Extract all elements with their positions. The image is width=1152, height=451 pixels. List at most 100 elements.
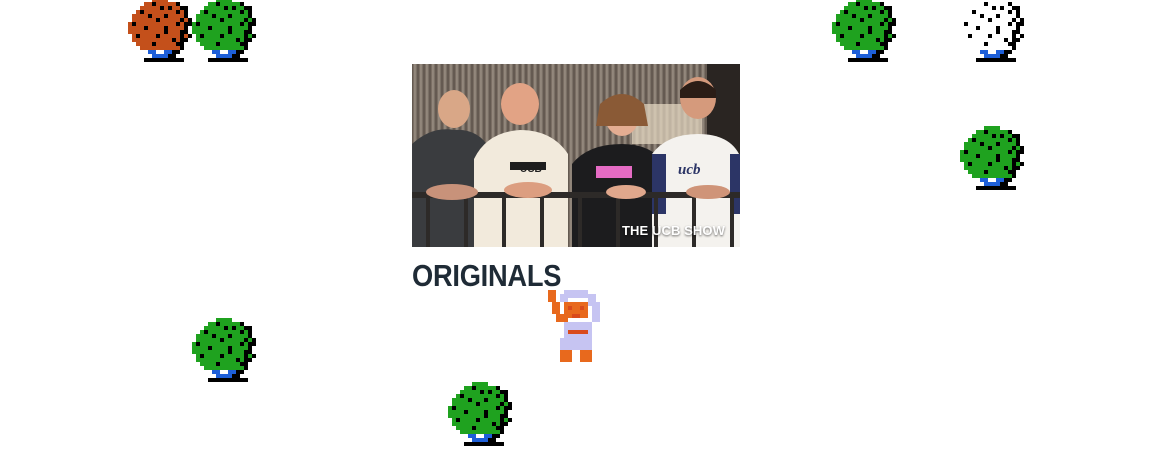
tree-pixel: [456, 414, 460, 418]
tree-pixel: [232, 362, 236, 366]
tree-pixel: [992, 130, 996, 134]
tree-pixel: [220, 10, 224, 14]
tree-pixel: [244, 6, 248, 10]
tree-pixel: [848, 30, 852, 34]
tree-pixel: [156, 58, 160, 62]
tree-pixel: [468, 414, 472, 418]
tree-pixel: [180, 46, 184, 50]
show-title: THE UCB SHOW: [621, 223, 725, 238]
tree-pixel: [848, 2, 852, 6]
tree-pixel: [864, 38, 868, 42]
green-tree-icon[interactable]: [960, 126, 1024, 190]
tree-pixel: [472, 434, 476, 438]
green-tree-icon[interactable]: [192, 318, 256, 382]
tree-pixel: [888, 34, 892, 38]
tree-pixel: [988, 54, 992, 58]
tree-pixel: [1020, 18, 1024, 22]
tree-pixel: [880, 30, 884, 34]
tree-pixel: [960, 158, 964, 162]
white-tree-icon[interactable]: [960, 0, 1024, 62]
green-tree-icon[interactable]: [192, 0, 256, 62]
tree-pixel: [168, 30, 172, 34]
tree-pixel: [152, 58, 156, 62]
tree-pixel: [496, 442, 500, 446]
tree-pixel: [992, 26, 996, 30]
tree-pixel: [164, 34, 168, 38]
tree-pixel: [860, 18, 864, 22]
tree-pixel: [164, 10, 168, 14]
tree-pixel: [988, 42, 992, 46]
tree-pixel: [1008, 186, 1012, 190]
tree-pixel: [880, 10, 884, 14]
tree-pixel: [152, 42, 156, 46]
tree-pixel: [456, 398, 460, 402]
tree-pixel: [196, 18, 200, 22]
tree-pixel: [972, 10, 976, 14]
tree-pixel: [460, 414, 464, 418]
tree-pixel: [152, 50, 156, 54]
green-tree-icon[interactable]: [832, 0, 896, 62]
tree-pixel: [156, 34, 160, 38]
tree-pixel: [232, 354, 236, 358]
tree-pixel: [988, 34, 992, 38]
tree-pixel: [220, 30, 224, 34]
tree-pixel: [232, 358, 236, 362]
tree-pixel: [984, 38, 988, 42]
tree-pixel: [224, 0, 228, 2]
tree-pixel: [980, 186, 984, 190]
tree-pixel: [988, 126, 992, 130]
green-tree-icon[interactable]: [448, 382, 512, 446]
tree-pixel: [224, 330, 228, 334]
tree-pixel: [988, 2, 992, 6]
tree-pixel: [236, 54, 240, 58]
tree-pixel: [1000, 6, 1004, 10]
tree-pixel: [220, 22, 224, 26]
tree-pixel: [1000, 174, 1004, 178]
tree-pixel: [976, 170, 980, 174]
tree-pixel: [220, 374, 224, 378]
tree-pixel: [484, 390, 488, 394]
tree-pixel: [864, 14, 868, 18]
tree-pixel: [884, 22, 888, 26]
tree-pixel: [140, 18, 144, 22]
ucb-show-card[interactable]: UCB ucb THE UCB SHOW: [412, 64, 740, 247]
tree-pixel: [876, 26, 880, 30]
tree-pixel: [152, 6, 156, 10]
orange-tree-icon[interactable]: [128, 0, 192, 62]
tree-pixel: [864, 54, 868, 58]
tree-pixel: [212, 334, 216, 338]
tree-pixel: [220, 318, 224, 322]
tree-pixel: [868, 46, 872, 50]
tree-pixel: [848, 10, 852, 14]
tree-pixel: [220, 334, 224, 338]
tree-pixel: [988, 58, 992, 62]
tree-pixel: [976, 18, 980, 22]
tree-pixel: [848, 26, 852, 30]
tree-pixel: [200, 362, 204, 366]
tree-pixel: [864, 58, 868, 62]
tree-pixel: [180, 30, 184, 34]
tree-pixel: [988, 186, 992, 190]
tree-pixel: [840, 22, 844, 26]
tree-pixel: [212, 354, 216, 358]
tree-pixel: [836, 38, 840, 42]
tree-pixel: [236, 38, 240, 42]
tree-pixel: [884, 30, 888, 34]
tree-pixel: [884, 26, 888, 30]
tree-pixel: [976, 22, 980, 26]
tree-pixel: [492, 402, 496, 406]
pixel-hero-icon[interactable]: [548, 290, 604, 362]
tree-pixel: [244, 338, 248, 342]
tree-pixel: [976, 134, 980, 138]
tree-pixel: [176, 46, 180, 50]
tree-pixel: [208, 14, 212, 18]
tree-pixel: [888, 6, 892, 10]
tree-pixel: [968, 150, 972, 154]
tree-pixel: [452, 418, 456, 422]
tree-pixel: [1000, 142, 1004, 146]
tree-pixel: [236, 358, 240, 362]
tree-pixel: [132, 38, 136, 42]
tree-pixel: [200, 26, 204, 30]
tree-pixel: [492, 442, 496, 446]
tree-pixel: [232, 50, 236, 54]
